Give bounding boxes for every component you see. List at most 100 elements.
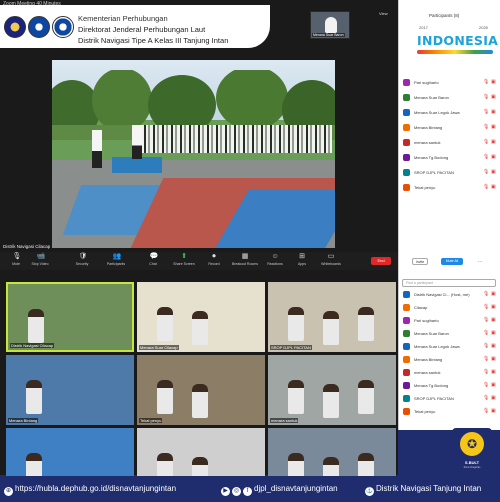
video-camera-icon: 📹 bbox=[36, 253, 46, 260]
sbult-logo: ✪ S.BULT Zona Integritas bbox=[452, 428, 492, 474]
chat-button[interactable]: 💬 Chat bbox=[137, 252, 169, 270]
social-handle[interactable]: ▶ ◎ f djpl_disnavtanjungintan bbox=[221, 484, 338, 496]
participant-row[interactable]: Menara Suar Legok Jawa 🎙 ▣ bbox=[401, 108, 499, 118]
participant-name: Cilacap bbox=[414, 305, 428, 310]
record-button[interactable]: ⏺ Record bbox=[198, 252, 230, 270]
mini-video-tile[interactable]: Menara Suar Baron bbox=[310, 11, 350, 39]
participant-row[interactable]: Pari sugiharto 🎙 ▣ bbox=[401, 78, 499, 88]
video-off-icon: ▣ bbox=[491, 382, 496, 388]
video-tile[interactable]: SROP DJPL PACITAN bbox=[268, 282, 396, 352]
participant-figure bbox=[26, 380, 42, 414]
apps-button[interactable]: ⊞ Apps bbox=[286, 252, 318, 270]
video-off-icon: ▣ bbox=[491, 291, 496, 297]
muted-microphone-icon: 🎙 bbox=[483, 154, 490, 160]
muted-microphone-icon: 🎙 bbox=[483, 304, 490, 310]
avatar bbox=[403, 154, 410, 161]
participant-row[interactable]: Pari sugiharto 🎙 ▣ bbox=[401, 316, 499, 326]
participant-row[interactable]: Menara Bintang 🎙 ▣ bbox=[401, 123, 499, 133]
muted-microphone-icon: 🎙 bbox=[483, 184, 490, 190]
participant-figure bbox=[358, 307, 374, 341]
breakout-rooms-button[interactable]: ▦ Breakout Rooms bbox=[229, 252, 261, 270]
participant-row[interactable]: Menara Suar Baron 🎙 ▣ bbox=[401, 329, 499, 339]
video-off-icon: ▣ bbox=[491, 184, 496, 190]
avatar bbox=[403, 304, 410, 311]
muted-microphone-icon: 🎙 bbox=[483, 382, 490, 388]
more-options-button[interactable]: ... bbox=[478, 258, 482, 264]
avatar bbox=[403, 109, 410, 116]
avatar bbox=[403, 139, 410, 146]
video-off-icon: ▣ bbox=[491, 94, 496, 100]
video-off-icon: ▣ bbox=[491, 369, 496, 375]
participant-row[interactable]: menara santuk 🎙 ▣ bbox=[401, 138, 499, 148]
participant-name: Menara Bintang bbox=[414, 125, 443, 130]
indonesia-anniversary-logo: 2017 2025 INDONESIA bbox=[413, 20, 498, 58]
share-screen-button[interactable]: ⬆ Share Screen bbox=[168, 252, 200, 270]
video-off-icon: ▣ bbox=[491, 330, 496, 336]
participant-name: Menara Suar Baron bbox=[414, 331, 449, 336]
troops-in-formation bbox=[132, 125, 332, 153]
header-district: Distrik Navigasi Tipe A Kelas III Tanjun… bbox=[78, 36, 229, 45]
participant-row[interactable]: SROP DJPL PACITAN 🎙 ▣ bbox=[401, 394, 499, 404]
muted-microphone-icon: 🎙 bbox=[483, 317, 490, 323]
footer-brand: ⚓ Distrik Navigasi Tanjung Intan bbox=[365, 484, 482, 496]
participant-row[interactable]: Menara Tg.Bodong 🎙 ▣ bbox=[401, 153, 499, 163]
podium bbox=[112, 157, 162, 173]
hubla-logo bbox=[28, 16, 50, 38]
video-tile[interactable]: Menara Suar Cilacap bbox=[137, 282, 265, 352]
stop-video-button[interactable]: 📹 Stop Video bbox=[24, 252, 56, 270]
emblem-icon: ✪ bbox=[458, 430, 486, 458]
end-meeting-button[interactable]: End bbox=[371, 257, 391, 265]
view-button[interactable]: View bbox=[379, 11, 388, 16]
participants-panel-secondary: Distrik Navigasi Ci... (Host, me) 🎙 ▣ Cilac… bbox=[398, 270, 500, 430]
institution-header: Kementerian Perhubungan Direktorat Jende… bbox=[0, 5, 270, 48]
participants-icon: 👥 bbox=[112, 253, 122, 260]
invite-button[interactable]: Invite bbox=[412, 258, 428, 265]
participant-row[interactable]: Menara Suar Baron 🎙 ▣ bbox=[401, 93, 499, 103]
participant-row[interactable]: Menara Suar Legok Jawa 🎙 ▣ bbox=[401, 342, 499, 352]
whiteboard-icon: ▭ bbox=[327, 253, 335, 260]
avatar bbox=[403, 343, 410, 350]
participants-button[interactable]: 👥 Participants bbox=[100, 252, 132, 270]
avatar bbox=[403, 169, 410, 176]
mute-all-button[interactable]: Mute All bbox=[441, 258, 463, 265]
smiley-icon: ☺ bbox=[271, 253, 279, 260]
participant-row[interactable]: Distrik Navigasi Ci... (Host, me) 🎙 ▣ bbox=[401, 290, 499, 300]
video-off-icon: ▣ bbox=[491, 169, 496, 175]
participant-name: Menara Suar Baron bbox=[414, 95, 449, 100]
video-tile[interactable]: Tekal penyu bbox=[137, 355, 265, 425]
video-tile[interactable]: Distrik Navigasi Cilacap bbox=[6, 282, 134, 352]
muted-microphone-icon: 🎙 bbox=[483, 356, 490, 362]
participant-name: Menara Tg.Bodong bbox=[414, 155, 449, 160]
avatar bbox=[403, 317, 410, 324]
participant-name: Menara Suar Legok Jawa bbox=[414, 344, 460, 349]
participant-figure bbox=[325, 17, 337, 33]
security-button[interactable]: 🛡 Security bbox=[66, 252, 98, 270]
participant-row[interactable]: Tekal penyu 🎙 ▣ bbox=[401, 407, 499, 417]
globe-icon: ⊕ bbox=[4, 487, 13, 496]
participant-name: Pari sugiharto bbox=[414, 80, 439, 85]
whiteboards-button[interactable]: ▭ Whiteboards bbox=[315, 252, 347, 270]
avatar bbox=[403, 184, 410, 191]
participant-row[interactable]: Menara Bintang 🎙 ▣ bbox=[401, 355, 499, 365]
rainbow-wave bbox=[417, 50, 493, 54]
participant-row[interactable]: menara santuk 🎙 ▣ bbox=[401, 368, 499, 378]
participant-row[interactable]: SROP DJPL PACITAN 🎙 ▣ bbox=[401, 168, 499, 178]
muted-microphone-icon: 🎙 bbox=[483, 408, 490, 414]
main-video-feed[interactable] bbox=[52, 60, 335, 248]
participant-row[interactable]: Cilacap 🎙 ▣ bbox=[401, 303, 499, 313]
participant-row[interactable]: Menara Tg.Bodong 🎙 ▣ bbox=[401, 381, 499, 391]
avatar bbox=[403, 291, 410, 298]
participant-name: Menara Suar Legok Jawa bbox=[414, 110, 460, 115]
video-tile[interactable]: menara santuk bbox=[268, 355, 396, 425]
participants-title: Participants (8) bbox=[429, 13, 460, 18]
participant-search-input[interactable]: Find a participant bbox=[402, 279, 496, 287]
video-tile[interactable]: Menara Bintang bbox=[6, 355, 134, 425]
shield-icon: 🛡 bbox=[78, 253, 88, 260]
participant-row[interactable]: Tekal penyu 🎙 ▣ bbox=[401, 183, 499, 193]
participants-panel: Participants (8) 2017 2025 INDONESIA Par… bbox=[398, 0, 500, 270]
video-off-icon: ▣ bbox=[491, 395, 496, 401]
website-link[interactable]: ⊕ https://hubla.dephub.go.id/disnavtanjun… bbox=[4, 484, 176, 496]
video-off-icon: ▣ bbox=[491, 408, 496, 414]
participant-name: Distrik Navigasi Ci... (Host, me) bbox=[414, 292, 470, 297]
breakout-rooms-icon: ▦ bbox=[241, 253, 249, 260]
